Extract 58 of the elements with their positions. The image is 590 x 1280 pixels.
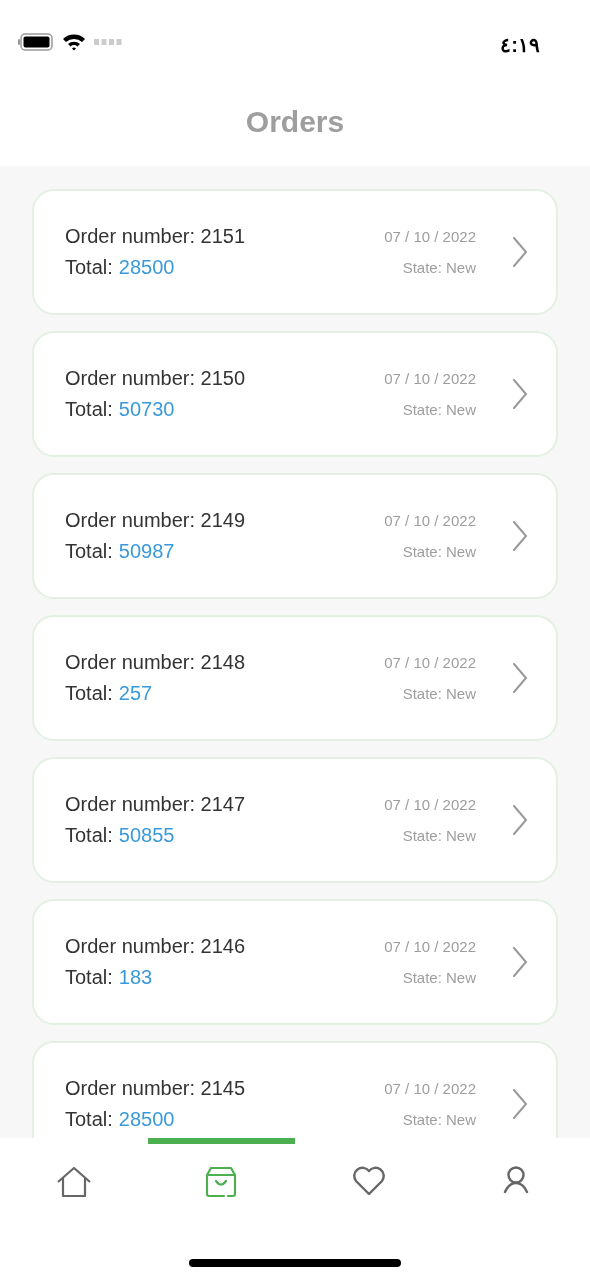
order-card[interactable]: Order number: 2145 Total: 28500 07 / 10 / 2022 State: New xyxy=(32,1041,558,1138)
chevron-right-icon xyxy=(512,379,528,409)
total-amount: 183 xyxy=(118,966,153,989)
total-amount: 50855 xyxy=(118,824,175,847)
chevron-right-icon xyxy=(512,521,528,551)
order-card[interactable]: Order number: 2148 Total: 257 07 / 10 / 2022 State: New xyxy=(32,615,558,741)
order-number: Order number: 2146 xyxy=(65,935,247,958)
order-state: State: New xyxy=(402,969,476,986)
order-card[interactable]: Order number: 2151 Total: 28500 07 / 10 / 2022 State: New xyxy=(32,189,558,315)
status-time: ٤:١٩ xyxy=(500,33,540,57)
total-label: Total: xyxy=(65,966,113,989)
order-date: 07 / 10 / 2022 xyxy=(384,1080,476,1097)
total-label: Total: xyxy=(65,682,113,705)
order-number: Order number: 2145 xyxy=(65,1077,247,1100)
total-amount: 257 xyxy=(118,682,153,705)
order-state: State: New xyxy=(402,685,476,702)
order-number: Order number: 2147 xyxy=(65,793,247,816)
chevron-right-icon xyxy=(512,663,528,693)
order-state: State: New xyxy=(402,827,476,844)
wifi-icon xyxy=(62,33,86,51)
order-number: Order number: 2151 xyxy=(65,225,247,248)
total-amount: 50730 xyxy=(118,398,175,421)
chevron-right-icon xyxy=(512,947,528,977)
home-icon xyxy=(55,1166,92,1198)
order-date: 07 / 10 / 2022 xyxy=(384,938,476,955)
total-label: Total: xyxy=(65,256,113,279)
order-date: 07 / 10 / 2022 xyxy=(384,654,476,671)
battery-icon xyxy=(18,33,54,51)
shopping-bag-icon xyxy=(206,1166,237,1198)
chevron-right-icon xyxy=(512,805,528,835)
person-icon xyxy=(503,1166,530,1194)
order-number: Order number: 2149 xyxy=(65,509,247,532)
order-state: State: New xyxy=(402,1111,476,1128)
order-state: State: New xyxy=(402,259,476,276)
total-label: Total: xyxy=(65,398,113,421)
order-number: Order number: 2150 xyxy=(65,367,247,390)
order-card[interactable]: Order number: 2150 Total: 50730 07 / 10 / 2022 State: New xyxy=(32,331,558,457)
total-label: Total: xyxy=(65,824,113,847)
total-amount: 28500 xyxy=(118,1108,175,1131)
signal-icon xyxy=(94,39,122,45)
order-card[interactable]: Order number: 2147 Total: 50855 07 / 10 / 2022 State: New xyxy=(32,757,558,883)
order-state: State: New xyxy=(402,401,476,418)
total-amount: 50987 xyxy=(118,540,175,563)
total-amount: 28500 xyxy=(118,256,175,279)
chevron-right-icon xyxy=(512,237,528,267)
total-label: Total: xyxy=(65,540,113,563)
order-date: 07 / 10 / 2022 xyxy=(384,512,476,529)
order-number: Order number: 2148 xyxy=(65,651,247,674)
order-state: State: New xyxy=(402,543,476,560)
order-date: 07 / 10 / 2022 xyxy=(384,370,476,387)
order-date: 07 / 10 / 2022 xyxy=(384,228,476,245)
order-card[interactable]: Order number: 2149 Total: 50987 07 / 10 / 2022 State: New xyxy=(32,473,558,599)
heart-icon xyxy=(352,1166,385,1196)
total-label: Total: xyxy=(65,1108,113,1131)
chevron-right-icon xyxy=(512,1089,528,1119)
order-card[interactable]: Order number: 2146 Total: 183 07 / 10 / 2022 State: New xyxy=(32,899,558,1025)
page-title: Orders xyxy=(245,105,345,139)
order-date: 07 / 10 / 2022 xyxy=(384,796,476,813)
